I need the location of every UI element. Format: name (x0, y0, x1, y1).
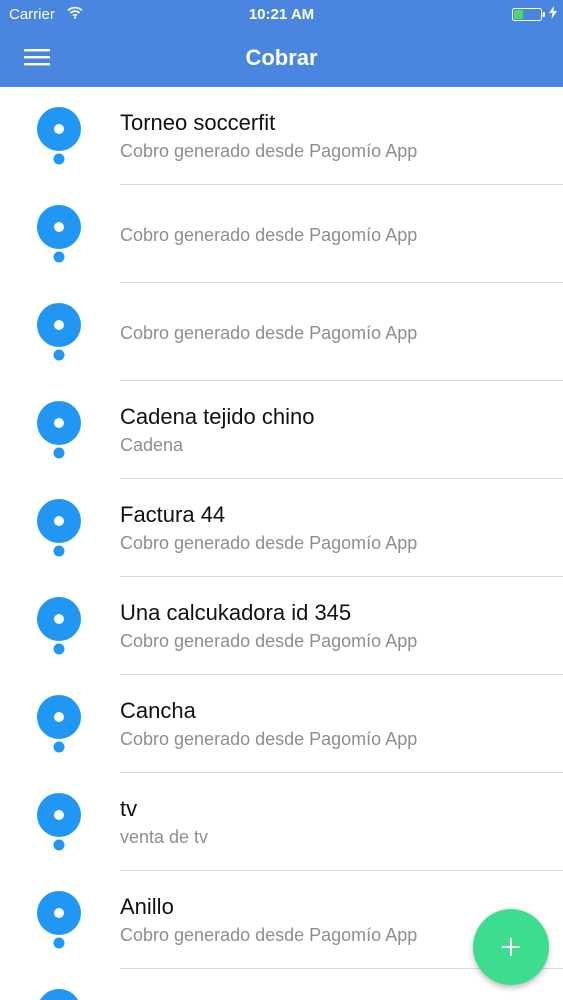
item-title: tv (120, 796, 138, 821)
item-subtitle: Cobro generado desde Pagomío App (120, 141, 418, 161)
item-subtitle: Cobro generado desde Pagomío App (120, 925, 418, 945)
item-title: Una calcukadora id 345 (120, 600, 352, 625)
battery-icon (512, 8, 546, 21)
location-pin-icon (36, 400, 84, 460)
add-charge-button[interactable] (473, 909, 549, 985)
list-item[interactable]: Torneo soccerfit Cobro generado desde Pa… (0, 87, 563, 185)
item-title: Anillo (120, 894, 174, 919)
nav-bar: Cobrar (0, 30, 563, 87)
item-subtitle: Cadena (120, 435, 184, 455)
location-pin-icon (36, 988, 84, 1000)
status-time: 10:21 AM (248, 6, 315, 23)
item-title: Torneo soccerfit (120, 110, 276, 135)
page-title: Cobrar (245, 45, 318, 70)
item-subtitle: venta de tv (120, 827, 209, 847)
charging-bolt-icon (549, 6, 557, 22)
location-pin-icon (36, 792, 84, 852)
item-subtitle: Cobro generado desde Pagomío App (120, 323, 418, 343)
location-pin-icon (36, 694, 84, 754)
list-item[interactable] (0, 969, 563, 1000)
item-title: Factura 44 (120, 502, 226, 527)
list-item[interactable]: Factura 44 Cobro generado desde Pagomío … (0, 479, 563, 577)
list-item[interactable]: Una calcukadora id 345 Cobro generado de… (0, 577, 563, 675)
item-title: Cancha (120, 698, 196, 723)
list-item[interactable]: Cadena tejido chino Cadena (0, 381, 563, 479)
list-item[interactable]: Cobro generado desde Pagomío App (0, 283, 563, 381)
location-pin-icon (36, 596, 84, 656)
list-item[interactable]: Cancha Cobro generado desde Pagomío App (0, 675, 563, 773)
item-subtitle: Cobro generado desde Pagomío App (120, 225, 418, 245)
item-subtitle: Cobro generado desde Pagomío App (120, 631, 418, 651)
list-item[interactable]: Cobro generado desde Pagomío App (0, 185, 563, 283)
charge-list: Torneo soccerfit Cobro generado desde Pa… (0, 87, 563, 1000)
list-item[interactable]: tv venta de tv (0, 773, 563, 871)
location-pin-icon (36, 204, 84, 264)
item-subtitle: Cobro generado desde Pagomío App (120, 533, 418, 553)
status-bar: Carrier 10:21 AM (0, 0, 563, 30)
item-title: Cadena tejido chino (120, 404, 315, 429)
location-pin-icon (36, 106, 84, 166)
plus-icon (502, 938, 520, 956)
location-pin-icon (36, 302, 84, 362)
item-subtitle: Cobro generado desde Pagomío App (120, 729, 418, 749)
location-pin-icon (36, 890, 84, 950)
location-pin-icon (36, 498, 84, 558)
